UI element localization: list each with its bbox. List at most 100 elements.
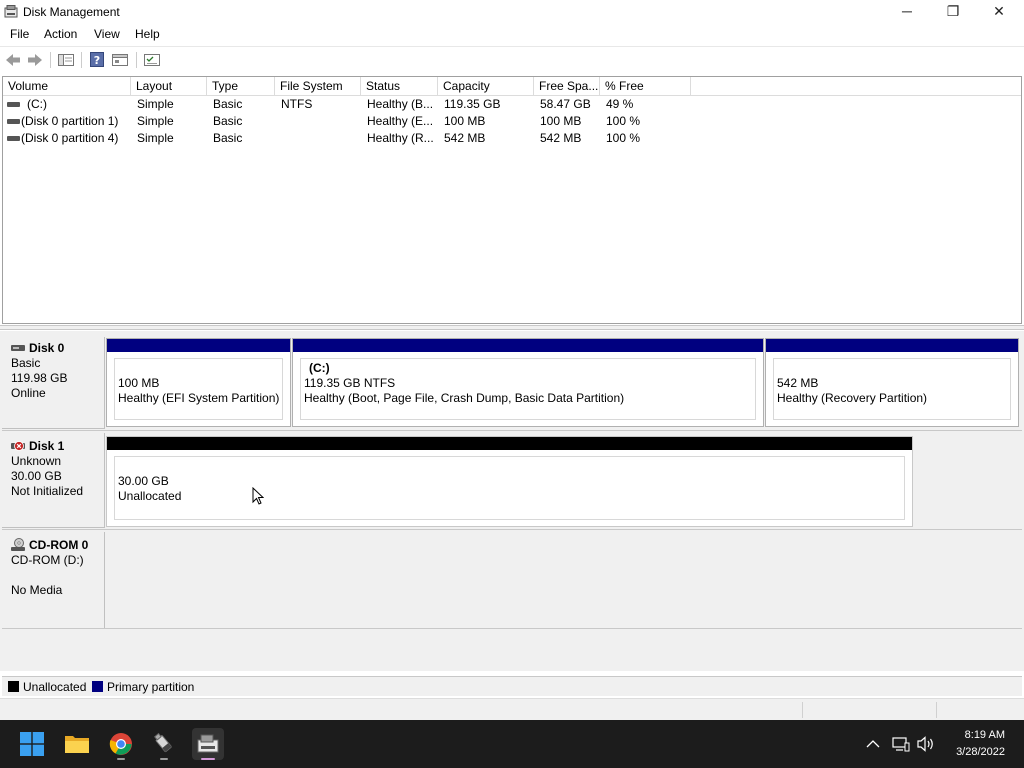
volume-icon	[7, 119, 20, 124]
clock-time[interactable]: 8:19 AM	[940, 729, 1005, 741]
cell-free-space: 100 MB	[540, 114, 582, 128]
partition-unallocated[interactable]: 30.00 GB Unallocated	[106, 436, 913, 527]
volume-button[interactable]	[917, 735, 935, 753]
disk-type: Unknown	[11, 454, 62, 468]
taskbar-chrome[interactable]	[105, 728, 137, 760]
unallocated-bar	[107, 437, 912, 450]
disk-status: Online	[11, 386, 46, 400]
legend-label-unallocated: Unallocated	[23, 680, 87, 694]
column-header-volume[interactable]: Volume	[3, 77, 131, 96]
partition-recovery[interactable]: 542 MB Healthy (Recovery Partition)	[765, 338, 1019, 427]
forward-button[interactable]	[26, 51, 44, 68]
partition-title	[118, 459, 904, 474]
menu-view[interactable]: View	[94, 27, 120, 41]
disk-management-app-icon	[4, 5, 18, 18]
table-row[interactable]: (Disk 0 partition 4) Simple Basic Health…	[3, 130, 1021, 147]
partition-status: Healthy (EFI System Partition)	[118, 391, 280, 405]
partition-efi[interactable]: 100 MB Healthy (EFI System Partition)	[106, 338, 291, 427]
disk-management-icon	[197, 734, 219, 753]
close-button[interactable]: ✕	[976, 0, 1022, 22]
cell-volume: (C:)	[27, 97, 47, 111]
cell-type: Basic	[213, 97, 243, 111]
toolbar-separator	[50, 52, 51, 68]
divider	[2, 529, 1022, 530]
taskbar-file-explorer[interactable]	[61, 728, 93, 760]
start-button[interactable]	[16, 728, 48, 760]
legend-swatch-primary	[92, 681, 103, 692]
column-header-layout[interactable]: Layout	[131, 77, 207, 96]
disk-icon	[11, 345, 25, 351]
console-button[interactable]	[143, 51, 161, 68]
taskbar-disk-management[interactable]	[192, 728, 224, 760]
table-row[interactable]: (Disk 0 partition 1) Simple Basic Health…	[3, 113, 1021, 130]
column-header-status[interactable]: Status	[361, 77, 438, 96]
status-divider	[802, 702, 803, 718]
pane-splitter[interactable]	[0, 325, 1024, 330]
close-icon: ✕	[993, 2, 1005, 19]
cell-capacity: 542 MB	[444, 131, 486, 145]
partition-size: 542 MB	[777, 376, 819, 390]
primary-partition-bar	[293, 339, 763, 352]
cell-percent-free: 100 %	[606, 114, 641, 128]
toolbar: ?	[0, 46, 1024, 72]
menu-action[interactable]: Action	[44, 27, 77, 41]
disk-1-label[interactable]: Disk 1 Unknown 30.00 GB Not Initialized	[2, 433, 105, 528]
properties-button[interactable]	[111, 51, 129, 68]
disk-type: CD-ROM (D:)	[11, 553, 84, 567]
column-header-percent-free[interactable]: % Free	[600, 77, 691, 96]
partition-status: Unallocated	[118, 489, 182, 503]
partition-title: (C:)	[309, 361, 330, 375]
menu-help[interactable]: Help	[135, 27, 160, 41]
disk-type: Basic	[11, 356, 41, 370]
cell-volume: (Disk 0 partition 4)	[21, 131, 119, 145]
cdrom-0-label[interactable]: CD-ROM 0 CD-ROM (D:) No Media	[2, 532, 105, 629]
back-button[interactable]	[4, 51, 22, 68]
show-hide-console-tree-button[interactable]	[57, 51, 75, 68]
menu-bar: File Action View Help	[0, 24, 1024, 44]
minimize-icon: ─	[902, 3, 912, 19]
disk-status: No Media	[11, 583, 63, 597]
partition-c[interactable]: (C:) 119.35 GB NTFS Healthy (Boot, Page …	[292, 338, 764, 427]
help-icon: ?	[90, 52, 104, 67]
disk-name: Disk 0	[29, 341, 65, 355]
disk-name: CD-ROM 0	[29, 538, 89, 552]
running-indicator	[160, 758, 168, 760]
clock-date[interactable]: 3/28/2022	[940, 746, 1005, 758]
disk-management-window: Disk Management ─ ❐ ✕ File Action View H…	[0, 0, 1024, 720]
volume-list: Volume Layout Type File System Status Ca…	[2, 76, 1022, 324]
help-button[interactable]: ?	[88, 51, 106, 68]
chevron-up-icon	[866, 740, 880, 748]
volume-icon	[7, 102, 20, 107]
speaker-icon	[917, 736, 933, 752]
primary-partition-bar	[107, 339, 290, 352]
mouse-cursor	[252, 487, 264, 505]
disk-not-initialized-icon	[11, 441, 25, 451]
cell-percent-free: 100 %	[606, 131, 641, 145]
show-hidden-icons-button[interactable]	[864, 735, 882, 753]
column-header-free-space[interactable]: Free Spa...	[534, 77, 600, 96]
network-button[interactable]	[892, 735, 910, 753]
minimize-button[interactable]: ─	[884, 0, 930, 22]
partition-title	[118, 361, 282, 376]
partition-size: 119.35 GB NTFS	[304, 376, 396, 390]
table-row[interactable]: (C:) Simple Basic NTFS Healthy (B... 119…	[3, 96, 1021, 113]
menu-file[interactable]: File	[10, 27, 29, 41]
running-indicator	[117, 758, 125, 760]
svg-text:?: ?	[94, 54, 100, 67]
column-header-type[interactable]: Type	[207, 77, 275, 96]
partition-status: Healthy (Recovery Partition)	[777, 391, 928, 405]
maximize-button[interactable]: ❐	[930, 0, 976, 22]
restore-icon: ❐	[946, 2, 960, 19]
disk-name: Disk 1	[29, 439, 65, 453]
column-header-capacity[interactable]: Capacity	[438, 77, 534, 96]
cell-type: Basic	[213, 114, 243, 128]
cell-percent-free: 49 %	[606, 97, 634, 111]
taskbar-usb-drive[interactable]	[148, 728, 180, 760]
cell-type: Basic	[213, 131, 243, 145]
disk-0-label[interactable]: Disk 0 Basic 119.98 GB Online	[2, 337, 105, 429]
divider	[2, 628, 1022, 629]
column-header-file-system[interactable]: File System	[275, 77, 361, 96]
partition-size: 30.00 GB	[118, 474, 169, 488]
file-explorer-icon	[65, 736, 89, 753]
cell-status: Healthy (B...	[367, 97, 434, 111]
